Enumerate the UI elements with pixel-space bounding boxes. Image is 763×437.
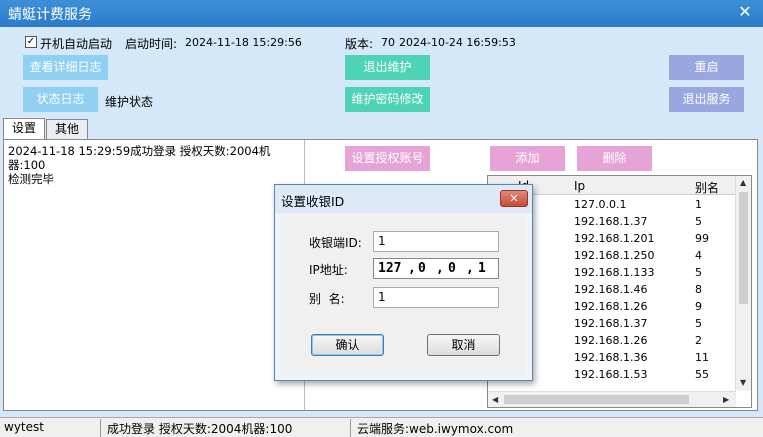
version-date: 2024-10-24 16:59:53 [399, 36, 516, 49]
table-cell-ip: 192.168.1.53 [574, 368, 648, 381]
table-cell-alias: 4 [695, 249, 702, 262]
set-auth-account-button[interactable]: 设置授权账号 [345, 146, 430, 171]
status-user: wytest [4, 420, 44, 434]
table-cell-ip: 192.168.1.26 [574, 300, 648, 313]
table-cell-alias: 2 [695, 334, 702, 347]
main-window: ✓ 开机自动启动 启动时间: 2024-11-18 15:29:56 版本: 7… [0, 27, 763, 437]
table-cell-ip: 192.168.1.26 [574, 334, 648, 347]
log-line: 检测完毕 [8, 172, 54, 186]
table-cell-ip: 192.168.1.133 [574, 266, 655, 279]
status-login-info: 成功登录 授权天数:2004机器:100 [107, 422, 293, 436]
status-log-button[interactable]: 状态日志 [23, 87, 98, 112]
status-separator [350, 419, 351, 437]
delete-button[interactable]: 删除 [577, 146, 652, 171]
version-label: 版本: [345, 37, 374, 51]
dialog-close-icon[interactable]: ✕ [500, 190, 528, 207]
table-cell-alias: 8 [695, 283, 702, 296]
window-title: 蜻蜓计费服务 [8, 7, 92, 23]
table-cell-alias: 5 [695, 266, 702, 279]
view-log-button[interactable]: 查看详细日志 [23, 55, 108, 80]
ip-octet[interactable]: 0 [418, 259, 426, 278]
version-value: 70 [381, 36, 395, 49]
close-icon[interactable]: ✕ [735, 2, 755, 21]
ip-octet[interactable]: 0 [448, 259, 456, 278]
table-cell-alias: 11 [695, 351, 709, 364]
ip-address-label: IP地址: [309, 263, 348, 277]
status-separator [100, 419, 101, 437]
confirm-button[interactable]: 确认 [311, 334, 384, 356]
alias-label: 别 名: [309, 292, 345, 306]
dialog-title: 设置收银ID [281, 194, 345, 209]
table-cell-alias: 1 [695, 198, 702, 211]
status-cloud-service: 云端服务:web.iwymox.com [357, 422, 514, 436]
dialog-title-bar: 设置收银ID ✕ [275, 185, 532, 213]
restart-button[interactable]: 重启 [669, 55, 744, 80]
table-cell-ip: 192.168.1.46 [574, 283, 648, 296]
scroll-thumb[interactable] [739, 192, 748, 304]
log-line: 2024-11-18 15:29:59成功登录 授权天数:2004机器:100 [8, 144, 271, 172]
alias-input[interactable]: 1 [373, 287, 499, 308]
scroll-down-icon[interactable]: ▼ [740, 378, 746, 387]
column-header-alias[interactable]: 别名 [695, 179, 719, 196]
ip-address-input[interactable]: 127 , 0 , 0 , 1 [373, 258, 499, 279]
table-cell-ip: 192.168.1.37 [574, 215, 648, 228]
status-bar: wytest 成功登录 授权天数:2004机器:100 云端服务:web.iwy… [0, 417, 763, 437]
horizontal-scrollbar[interactable]: ◀ ▶ [488, 391, 736, 407]
table-cell-ip: 127.0.0.1 [574, 198, 627, 211]
title-bar: 蜻蜓计费服务 ✕ [0, 0, 763, 27]
table-cell-ip: 192.168.1.36 [574, 351, 648, 364]
log-text: 2024-11-18 15:29:59成功登录 授权天数:2004机器:100 … [8, 144, 300, 186]
tab-settings[interactable]: 设置 [3, 118, 45, 139]
start-time-label: 启动时间: [125, 37, 178, 51]
scroll-up-icon[interactable]: ▲ [740, 178, 746, 187]
maintenance-status-label: 维护状态 [105, 95, 154, 109]
exit-maintenance-button[interactable]: 退出维护 [345, 55, 430, 80]
vertical-scrollbar[interactable]: ▲ ▼ [735, 176, 751, 391]
set-cashier-id-dialog: 设置收银ID ✕ 收银端ID: 1 IP地址: 127 , 0 , 0 , 1 … [274, 184, 533, 381]
ip-octet[interactable]: 127 [378, 259, 401, 278]
table-cell-ip: 192.168.1.250 [574, 249, 655, 262]
add-button[interactable]: 添加 [490, 146, 565, 171]
table-cell-alias: 5 [695, 317, 702, 330]
scroll-left-icon[interactable]: ◀ [492, 395, 498, 404]
maintenance-password-button[interactable]: 维护密码修改 [345, 87, 430, 112]
autostart-label: 开机自动启动 [40, 37, 113, 51]
table-cell-alias: 9 [695, 300, 702, 313]
cashier-id-label: 收银端ID: [309, 236, 362, 250]
cashier-id-input[interactable]: 1 [373, 231, 499, 252]
start-time-value: 2024-11-18 15:29:56 [185, 36, 302, 49]
dialog-body: 收银端ID: 1 IP地址: 127 , 0 , 0 , 1 别 名: 1 确认… [281, 213, 526, 375]
tab-other[interactable]: 其他 [46, 119, 88, 139]
cancel-button[interactable]: 取消 [427, 334, 500, 356]
table-cell-alias: 5 [695, 215, 702, 228]
table-cell-alias: 55 [695, 368, 709, 381]
table-cell-ip: 192.168.1.201 [574, 232, 655, 245]
table-cell-ip: 192.168.1.37 [574, 317, 648, 330]
scroll-thumb[interactable] [504, 395, 689, 404]
column-header-ip[interactable]: Ip [574, 179, 585, 193]
exit-service-button[interactable]: 退出服务 [669, 87, 744, 112]
scroll-right-icon[interactable]: ▶ [723, 395, 729, 404]
autostart-checkbox[interactable]: ✓ [25, 36, 37, 48]
ip-octet[interactable]: 1 [478, 259, 486, 278]
table-cell-alias: 99 [695, 232, 709, 245]
